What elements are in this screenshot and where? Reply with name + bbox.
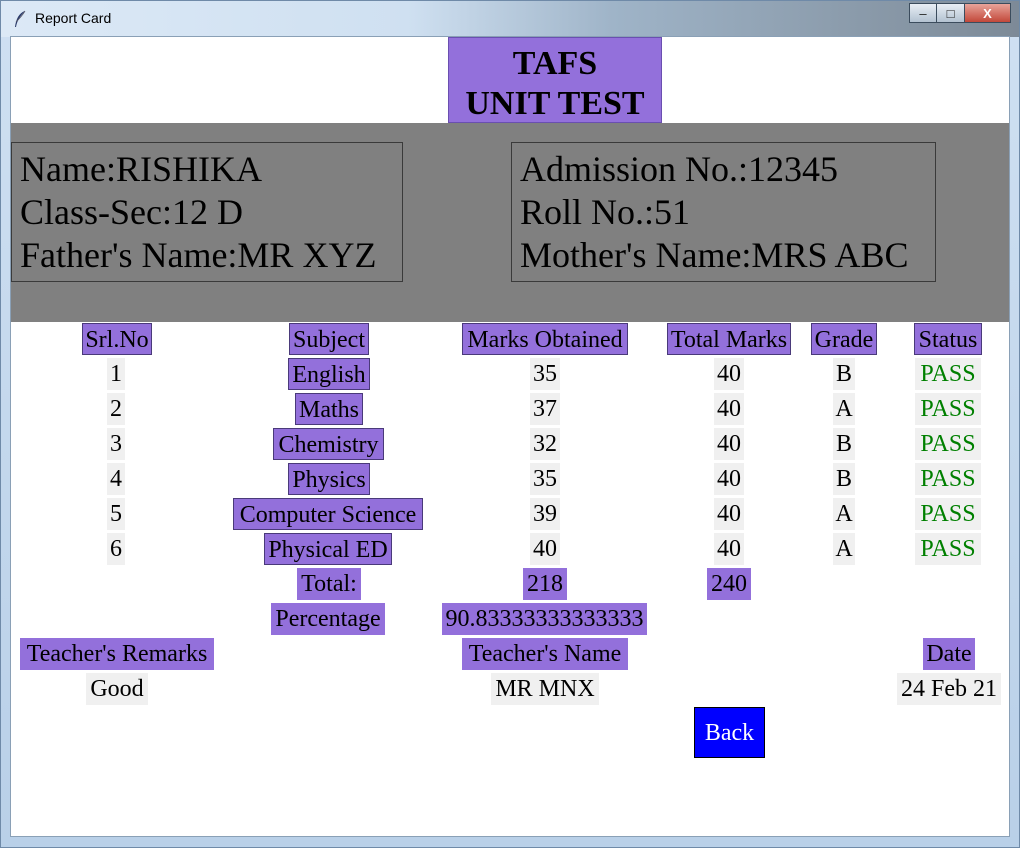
exam-name: UNIT TEST [465,85,645,122]
row-1-total: 40 [714,358,744,390]
row-1-srl: 1 [107,358,125,390]
roll-number: Roll No.:51 [520,192,691,232]
header-status: Status [914,323,982,355]
row-5-subject: Computer Science [233,498,423,530]
row-4-srl: 4 [107,463,125,495]
row-6-status: PASS [915,533,981,565]
teacher-remarks-value: Good [86,673,148,705]
row-2-obtained: 37 [530,393,560,425]
student-name: Name:RISHIKA [20,149,262,189]
class-section: Class-Sec:12 D [20,192,243,232]
row-5-grade: A [833,498,855,530]
row-1-grade: B [833,358,855,390]
row-2-subject: Maths [295,393,363,425]
teacher-name-value: MR MNX [491,673,599,705]
row-4-total: 40 [714,463,744,495]
row-1-status: PASS [915,358,981,390]
feather-icon [15,10,26,27]
total-obtained: 218 [523,568,567,600]
report-header: TAFS UNIT TEST [448,37,662,123]
row-2-srl: 2 [107,393,125,425]
window-controls: – □ X [909,3,1011,23]
row-1-subject: English [288,358,370,390]
row-5-obtained: 39 [530,498,560,530]
percentage-value: 90.83333333333333 [442,603,647,635]
row-3-grade: B [833,428,855,460]
teacher-remarks-label: Teacher's Remarks [20,638,214,670]
row-3-subject: Chemistry [273,428,384,460]
father-name: Father's Name:MR XYZ [20,235,377,275]
row-6-obtained: 40 [530,533,560,565]
window-title: Report Card [35,10,112,26]
report-card-content: TAFS UNIT TEST Name:RISHIKA Class-Sec:12… [10,36,1010,837]
header-total-marks: Total Marks [667,323,791,355]
row-3-total: 40 [714,428,744,460]
row-4-status: PASS [915,463,981,495]
header-grade: Grade [811,323,877,355]
row-2-total: 40 [714,393,744,425]
admission-number: Admission No.:12345 [520,149,839,189]
row-6-srl: 6 [107,533,125,565]
student-info-left: Name:RISHIKA Class-Sec:12 D Father's Nam… [11,142,403,282]
total-label: Total: [297,568,361,600]
row-2-grade: A [833,393,855,425]
mother-name: Mother's Name:MRS ABC [520,235,909,275]
minimize-button[interactable]: – [909,3,937,23]
row-1-obtained: 35 [530,358,560,390]
header-subject: Subject [289,323,369,355]
row-5-status: PASS [915,498,981,530]
row-5-total: 40 [714,498,744,530]
row-6-grade: A [833,533,855,565]
maximize-button[interactable]: □ [937,3,965,23]
total-max: 240 [707,568,751,600]
row-5-srl: 5 [107,498,125,530]
header-srl-no: Srl.No [82,323,152,355]
header-marks-obtained: Marks Obtained [462,323,628,355]
row-3-srl: 3 [107,428,125,460]
row-6-subject: Physical ED [264,533,392,565]
row-4-obtained: 35 [530,463,560,495]
row-4-grade: B [833,463,855,495]
date-label: Date [923,638,975,670]
report-card-window: Report Card – □ X TAFS UNIT TEST Name:RI… [0,0,1020,848]
row-4-subject: Physics [288,463,370,495]
title-bar[interactable]: Report Card – □ X [1,1,1019,37]
date-value: 24 Feb 21 [897,673,1001,705]
student-info-band: Name:RISHIKA Class-Sec:12 D Father's Nam… [11,123,1009,322]
teacher-name-label: Teacher's Name [462,638,628,670]
row-3-obtained: 32 [530,428,560,460]
student-info-right: Admission No.:12345 Roll No.:51 Mother's… [511,142,936,282]
row-6-total: 40 [714,533,744,565]
back-button[interactable]: Back [694,707,765,758]
row-3-status: PASS [915,428,981,460]
percentage-label: Percentage [271,603,385,635]
school-name: TAFS [512,45,598,82]
close-button[interactable]: X [965,3,1011,23]
row-2-status: PASS [915,393,981,425]
